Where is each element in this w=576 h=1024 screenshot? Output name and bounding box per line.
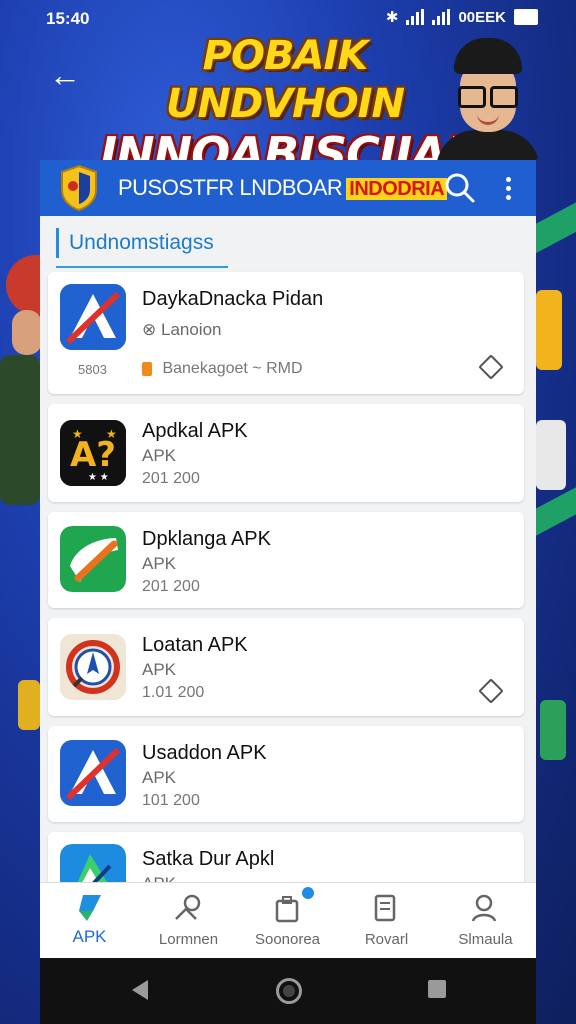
search-icon: [445, 173, 475, 203]
battery-icon: [514, 9, 538, 25]
battery-text: 00EEK: [458, 8, 506, 26]
bottom-navigation: APK Lormnen Soonorea Rovarl Slmaula: [40, 882, 536, 959]
compass-icon: [60, 634, 126, 700]
svg-text:★: ★: [106, 427, 117, 441]
system-recents-icon[interactable]: [428, 980, 446, 998]
app-name: DaykaDnacka Pidan: [142, 288, 324, 310]
app-list-panel[interactable]: Undnomstiagss DaykaDnacka Pidan ⊗ Lanoio…: [40, 216, 536, 882]
a-star-icon: A? ★ ★ ★ ★: [60, 420, 126, 486]
background-card: [536, 290, 562, 370]
banner-line-1: POBAIK UNDVHOIN: [166, 33, 405, 127]
tag-icon: [142, 361, 152, 376]
app-type: APK: [142, 446, 177, 465]
svg-text:A?: A?: [70, 435, 116, 475]
profile-icon: [469, 893, 501, 923]
app-type: APK: [142, 768, 177, 787]
app-type: APK: [142, 660, 177, 679]
search-button[interactable]: [442, 170, 478, 206]
section-title: Undnomstiagss: [56, 228, 214, 258]
app-developer: ⊗ Lanoion: [142, 320, 222, 340]
app-meta: 1.01 200: [142, 684, 205, 701]
bag-icon: [271, 893, 303, 923]
app-meta: 201 200: [142, 470, 200, 487]
nav-item-slmaula[interactable]: Slmaula: [436, 883, 535, 959]
developer-icon: ⊗: [142, 320, 157, 339]
teal-arrow-icon: [60, 844, 126, 882]
app-size: 5803: [78, 362, 107, 377]
background-card: [18, 680, 40, 730]
system-back-icon[interactable]: [132, 980, 148, 1000]
shield-logo-icon: [58, 164, 100, 212]
app-bar-title: PUSOSTFR LNDBOAR INDODRIA: [118, 175, 448, 201]
nav-label: Soonorea: [254, 931, 321, 948]
background-card: [540, 700, 566, 760]
arrow-left-icon: ←: [49, 57, 81, 93]
background-card: [536, 420, 566, 490]
back-button[interactable]: ←: [48, 58, 82, 92]
nav-label: Rovarl: [364, 931, 409, 948]
app-bar: PUSOSTFR LNDBOAR INDODRIA: [40, 160, 536, 218]
app-bar-title-text: PUSOSTFR LNDBOAR: [118, 175, 343, 200]
blue-arrow-icon: [60, 740, 126, 806]
banner-title: POBAIK UNDVHOIN INNOABISCIIAR: [100, 32, 481, 180]
app-card[interactable]: Usaddon APK APK 101 200: [48, 726, 524, 822]
app-card[interactable]: A? ★ ★ ★ ★ Apdkal APK APK 201 200: [48, 404, 524, 502]
app-type: APK: [142, 554, 177, 573]
apk-icon: [73, 893, 105, 923]
app-name: Apdkal APK: [142, 420, 248, 442]
more-options-button[interactable]: [494, 168, 522, 208]
app-developer-label: Lanoion: [160, 320, 222, 339]
status-time: 15:40: [46, 9, 90, 28]
link-icon: [172, 893, 204, 923]
app-meta: 101 200: [142, 792, 200, 809]
svg-text:★ ★: ★ ★: [88, 472, 109, 483]
download-button[interactable]: [478, 678, 504, 704]
status-bar: 15:40 ✱ 00EEK: [0, 0, 576, 36]
app-bar-highlight: INDODRIA: [346, 178, 448, 200]
nav-label: APK: [72, 927, 107, 946]
app-card[interactable]: Loatan APK APK 1.01 200: [48, 618, 524, 716]
nav-item-soonorea[interactable]: Soonorea: [238, 883, 337, 959]
section-underline: [56, 266, 228, 268]
nav-label: Lormnen: [158, 931, 219, 948]
app-name: Dpklanga APK: [142, 528, 271, 550]
blue-arrow-icon: [60, 284, 126, 350]
app-card[interactable]: Satka Dur Apkl APK: [48, 832, 524, 882]
nav-item-apk[interactable]: APK: [40, 883, 139, 959]
svg-text:★: ★: [72, 427, 83, 441]
more-vert-icon: [505, 176, 511, 182]
wifi-signal-icon: [406, 9, 425, 25]
system-home-icon[interactable]: [276, 978, 302, 1004]
status-icons: ✱ 00EEK: [386, 8, 538, 26]
app-meta-label: Banekagoet ~ RMD: [162, 360, 303, 377]
host-avatar: [430, 36, 540, 160]
app-name: Loatan APK: [142, 634, 248, 656]
app-name: Usaddon APK: [142, 742, 267, 764]
app-card[interactable]: Dpklanga APK APK 201 200: [48, 512, 524, 608]
nav-label: Slmaula: [458, 931, 513, 948]
document-icon: [370, 893, 402, 923]
app-meta: Banekagoet ~ RMD: [142, 360, 303, 378]
app-meta: 201 200: [142, 578, 200, 595]
nav-item-lormnen[interactable]: Lormnen: [139, 883, 238, 959]
nav-item-rovarl[interactable]: Rovarl: [337, 883, 436, 959]
app-type: APK: [142, 874, 176, 882]
cell-signal-icon: [432, 9, 451, 25]
bluetooth-icon: ✱: [385, 9, 399, 26]
green-arrow-icon: [60, 526, 126, 592]
app-name: Satka Dur Apkl: [142, 848, 275, 870]
system-navigation-bar: [40, 958, 536, 1024]
download-button[interactable]: [478, 354, 504, 380]
app-card[interactable]: DaykaDnacka Pidan ⊗ Lanoion 5803 Banekag…: [48, 272, 524, 394]
notification-badge: [300, 885, 316, 901]
